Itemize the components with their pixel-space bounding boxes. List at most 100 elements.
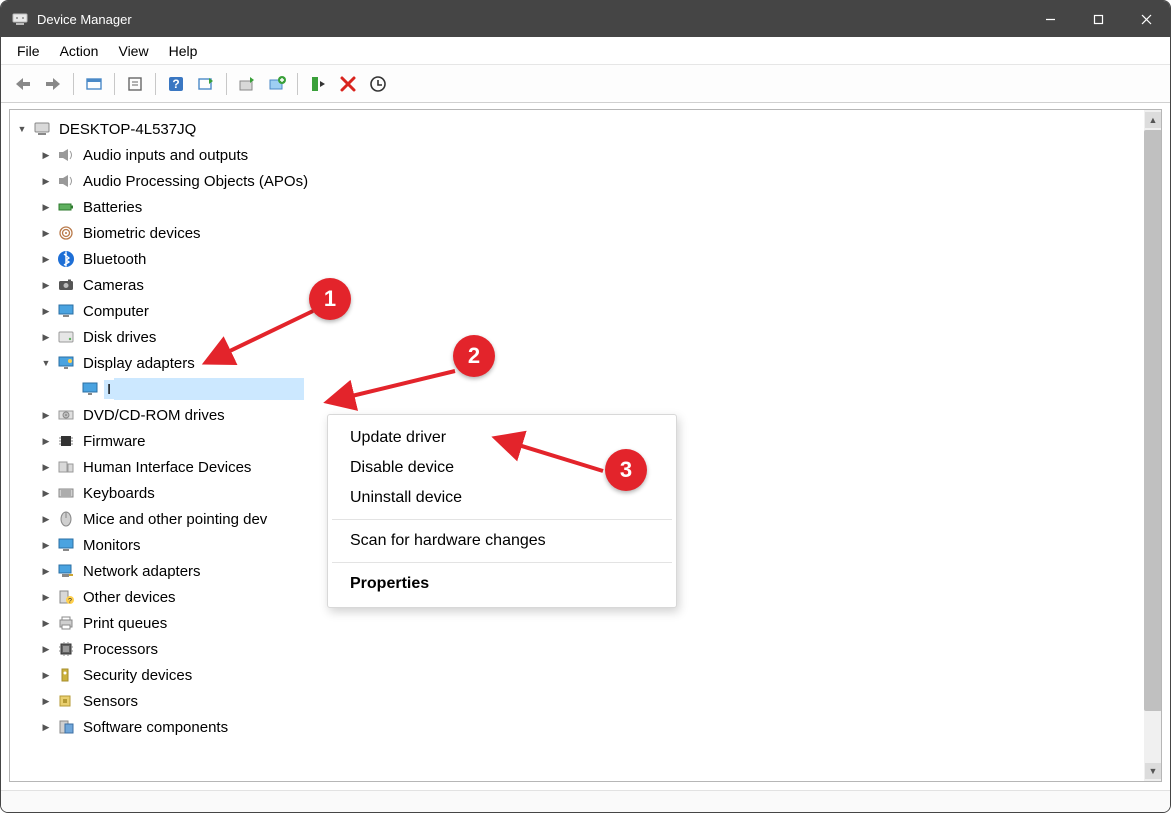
tree-node-label: Bluetooth <box>80 250 149 269</box>
tree-node-label: Mice and other pointing dev <box>80 510 270 529</box>
svg-text:?: ? <box>172 77 179 91</box>
tree-category-processors[interactable]: ▶ Processors <box>14 636 1161 662</box>
menu-help[interactable]: Help <box>159 39 208 63</box>
expand-icon[interactable]: ▶ <box>38 199 54 215</box>
tree-device-display-selected[interactable]: I <box>14 376 1161 402</box>
toolbar-separator <box>73 73 74 95</box>
tree-node-label: Biometric devices <box>80 224 204 243</box>
expand-icon[interactable]: ▶ <box>38 329 54 345</box>
scroll-down-button[interactable]: ▼ <box>1145 763 1161 779</box>
tree-category-sensors[interactable]: ▶Sensors <box>14 688 1161 714</box>
annotation-badge-1: 1 <box>309 278 351 320</box>
expand-icon[interactable]: ▶ <box>38 225 54 241</box>
app-icon <box>11 10 29 28</box>
minimize-button[interactable] <box>1026 1 1074 37</box>
tree-node-label: Processors <box>80 640 161 659</box>
uninstall-device-toolbar-button[interactable] <box>364 70 392 98</box>
tree-node-label: Other devices <box>80 588 179 607</box>
maximize-button[interactable] <box>1074 1 1122 37</box>
tree-category-audio-processing-objects-apos-[interactable]: ▶Audio Processing Objects (APOs) <box>14 168 1161 194</box>
tree-category-disk-drives[interactable]: ▶Disk drives <box>14 324 1161 350</box>
expand-icon[interactable]: ▶ <box>38 147 54 163</box>
forward-button[interactable] <box>39 70 67 98</box>
tree-category-biometric-devices[interactable]: ▶ Biometric devices <box>14 220 1161 246</box>
display-icon <box>56 353 76 373</box>
printer-icon <box>56 613 76 633</box>
context-menu-scan-hardware[interactable]: Scan for hardware changes <box>328 526 676 556</box>
scroll-thumb[interactable] <box>1144 130 1162 711</box>
window-title: Device Manager <box>37 12 132 27</box>
menu-file[interactable]: File <box>7 39 50 63</box>
expand-icon[interactable]: ▶ <box>38 485 54 501</box>
tree-node-label: Network adapters <box>80 562 204 581</box>
tree-node-label: Display adapters <box>80 354 198 373</box>
expand-icon[interactable]: ▶ <box>38 511 54 527</box>
tree-category-cameras[interactable]: ▶ Cameras <box>14 272 1161 298</box>
collapse-icon[interactable]: ▼ <box>38 355 54 371</box>
disable-device-toolbar-button[interactable] <box>334 70 362 98</box>
expand-icon[interactable]: ▶ <box>38 615 54 631</box>
tree-node-label: Human Interface Devices <box>80 458 254 477</box>
enable-device-toolbar-button[interactable] <box>304 70 332 98</box>
expand-icon[interactable]: ▶ <box>38 433 54 449</box>
fingerprint-icon <box>56 223 76 243</box>
vertical-scrollbar[interactable]: ▲ ▼ <box>1144 110 1162 781</box>
back-button[interactable] <box>9 70 37 98</box>
device-context-menu: Update driver Disable device Uninstall d… <box>327 414 677 608</box>
expand-icon[interactable]: ▶ <box>38 303 54 319</box>
tree-node-label: DVD/CD-ROM drives <box>80 406 228 425</box>
expand-icon[interactable]: ▶ <box>38 173 54 189</box>
keyboard-icon <box>56 483 76 503</box>
expand-icon[interactable]: ▶ <box>38 537 54 553</box>
tree-category-display-adapters[interactable]: ▼ Display adapters <box>14 350 1161 376</box>
expand-icon[interactable]: ▶ <box>38 589 54 605</box>
toolbar: ? <box>1 65 1170 103</box>
computer-icon <box>32 119 52 139</box>
toolbar-separator <box>155 73 156 95</box>
tree-category-security-devices[interactable]: ▶Security devices <box>14 662 1161 688</box>
update-driver-toolbar-button[interactable] <box>233 70 261 98</box>
tree-node-label: Firmware <box>80 432 149 451</box>
tree-category-print-queues[interactable]: ▶Print queues <box>14 610 1161 636</box>
expand-icon[interactable]: ▶ <box>38 641 54 657</box>
device-manager-window: Device Manager File Action View Help ? <box>0 0 1171 813</box>
scan-hardware-toolbar-button[interactable] <box>192 70 220 98</box>
context-menu-properties[interactable]: Properties <box>328 569 676 599</box>
add-legacy-toolbar-button[interactable] <box>263 70 291 98</box>
menu-action[interactable]: Action <box>50 39 109 63</box>
expand-icon[interactable]: ▶ <box>38 407 54 423</box>
tree-category-audio-inputs-and-outputs[interactable]: ▶Audio inputs and outputs <box>14 142 1161 168</box>
window-controls <box>1026 1 1170 37</box>
expand-icon[interactable]: ▶ <box>38 251 54 267</box>
tree-root[interactable]: ▼DESKTOP-4L537JQ <box>14 116 1161 142</box>
speaker-icon <box>56 171 76 191</box>
camera-icon <box>56 275 76 295</box>
expand-icon[interactable]: ▶ <box>38 563 54 579</box>
tree-category-computer[interactable]: ▶ Computer <box>14 298 1161 324</box>
expand-icon[interactable]: ▶ <box>38 667 54 683</box>
tree-node-label: Keyboards <box>80 484 158 503</box>
other-icon: ? <box>56 587 76 607</box>
show-hidden-devices-button[interactable] <box>80 70 108 98</box>
tree-category-bluetooth[interactable]: ▶ Bluetooth <box>14 246 1161 272</box>
bluetooth-icon <box>56 249 76 269</box>
tree-node-label: Computer <box>80 302 152 321</box>
expand-icon[interactable]: ▶ <box>38 693 54 709</box>
collapse-icon[interactable]: ▼ <box>14 121 30 137</box>
scroll-up-button[interactable]: ▲ <box>1145 112 1161 128</box>
properties-toolbar-button[interactable] <box>121 70 149 98</box>
menu-view[interactable]: View <box>108 39 158 63</box>
tree-node-label: Cameras <box>80 276 147 295</box>
monitor-icon <box>56 301 76 321</box>
annotation-badge-3: 3 <box>605 449 647 491</box>
help-toolbar-button[interactable]: ? <box>162 70 190 98</box>
annotation-badge-2: 2 <box>453 335 495 377</box>
tree-category-batteries[interactable]: ▶Batteries <box>14 194 1161 220</box>
expand-icon[interactable]: ▶ <box>38 277 54 293</box>
expand-icon[interactable]: ▶ <box>38 719 54 735</box>
battery-icon <box>56 197 76 217</box>
scroll-track[interactable] <box>1144 130 1162 761</box>
close-button[interactable] <box>1122 1 1170 37</box>
expand-icon[interactable]: ▶ <box>38 459 54 475</box>
tree-category-software-components[interactable]: ▶Software components <box>14 714 1161 740</box>
